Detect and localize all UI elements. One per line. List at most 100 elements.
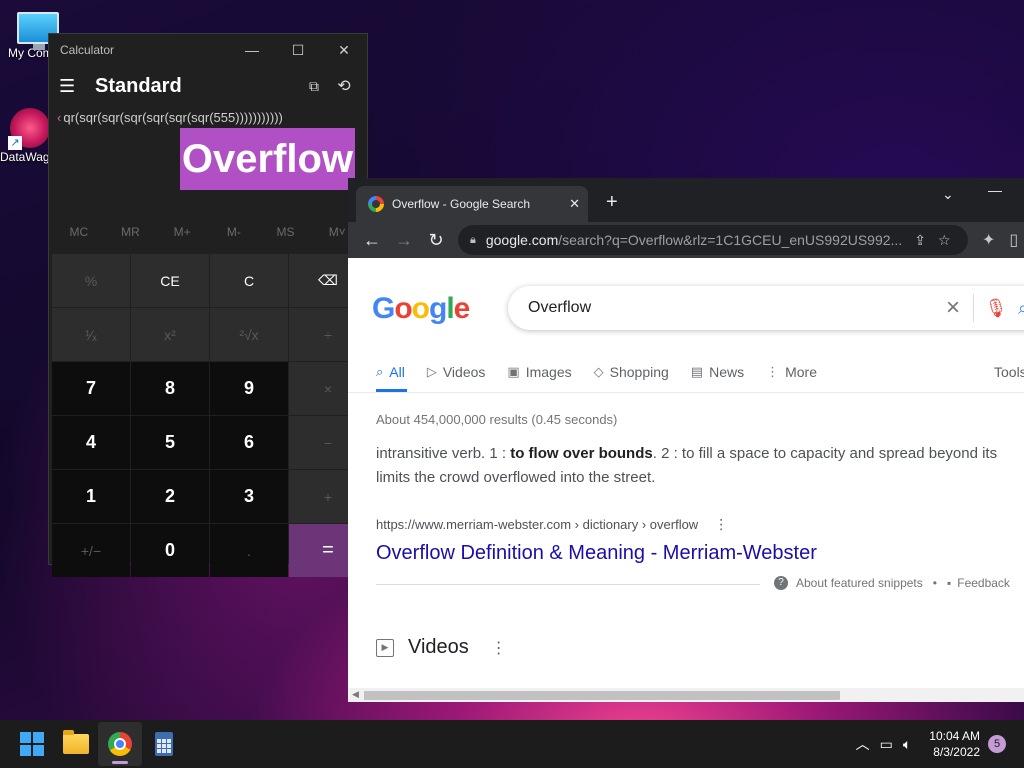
clear-entry-key[interactable]: CE [131,254,209,307]
reload-button[interactable]: ↻ [420,230,452,251]
forward-button[interactable]: → [388,230,420,251]
more-vert-icon[interactable]: ⋮ [714,516,728,533]
lock-icon[interactable]: 🔒︎ [470,234,476,247]
search-input[interactable]: Overflow [528,299,933,317]
reciprocal-key[interactable]: ¹⁄ₓ [52,308,130,361]
chevron-left-icon[interactable]: ‹ [57,110,61,125]
memory-row: MC MR M+ M- MS M˅ [49,212,367,252]
digit-3-key[interactable]: 3 [210,470,288,523]
new-tab-button[interactable]: + [606,191,618,214]
notification-badge[interactable]: 5 [988,735,1006,753]
browser-minimize-button[interactable]: — [988,182,1002,198]
calculator-display: Overflow [179,128,355,190]
result-stats: About 454,000,000 results (0.45 seconds) [376,412,618,427]
clock[interactable]: 10:04 AM 8/3/2022 [929,728,980,760]
snippet-prefix: intransitive verb. 1 : [376,445,511,462]
keep-on-top-icon[interactable]: ⧉ [299,78,329,95]
google-favicon-icon [368,196,384,212]
horizontal-scrollbar[interactable]: ◀ [348,688,1024,702]
about-featured-snippets-link[interactable]: About featured snippets [796,576,923,590]
square-root-key[interactable]: ²√x [210,308,288,361]
tag-icon: ◇ [593,364,604,379]
memory-clear-button[interactable]: MC [53,225,105,239]
digit-6-key[interactable]: 6 [210,416,288,469]
play-icon: ▷ [426,364,437,379]
calculator-taskbar-button[interactable] [142,722,186,766]
memory-recall-button[interactable]: MR [105,225,157,239]
search-box[interactable]: Overflow × 🎙︎ ⌕ [508,286,1024,330]
tab-label: Images [525,364,572,380]
memory-subtract-button[interactable]: M- [208,225,260,239]
result-title-link[interactable]: Overflow Definition & Meaning - Merriam-… [376,542,817,565]
tools-button[interactable]: Tools [994,364,1024,380]
microphone-icon[interactable]: 🎙︎ [974,298,1018,319]
result-cite[interactable]: https://www.merriam-webster.com › dictio… [376,516,728,533]
tab-shopping[interactable]: ◇ Shopping [594,358,669,386]
snippet-bold: to flow over bounds [510,445,653,462]
clear-key[interactable]: C [210,254,288,307]
address-bar[interactable]: 🔒︎ google.com /search?q=Overflow&rlz=1C1… [458,225,968,255]
taskbar: ︿ ▭ 🔈︎ 10:04 AM 8/3/2022 5 [0,720,1024,768]
memory-store-button[interactable]: MS [260,225,312,239]
chevron-up-icon[interactable]: ︿ [856,734,870,754]
digit-0-key[interactable]: 0 [131,524,209,577]
clock-time: 10:04 AM [929,729,980,743]
memory-add-button[interactable]: M+ [156,225,208,239]
side-panel-icon[interactable]: ▯ [1009,230,1018,250]
videos-heading: ▶ Videos ⋮ [376,636,507,659]
scroll-left-icon[interactable]: ◀ [352,689,359,700]
close-button[interactable]: ✕ [321,34,367,66]
digit-2-key[interactable]: 2 [131,470,209,523]
help-icon[interactable]: ? [774,576,788,590]
chrome-taskbar-button[interactable] [98,722,142,766]
volume-icon[interactable]: 🔈︎ [903,736,911,753]
share-icon[interactable]: ⇪ [914,232,926,249]
bookmark-star-icon[interactable]: ☆ [938,232,951,249]
snippet-rest: . 2 : to fill a space to capacity and sp… [652,445,998,462]
more-vert-icon[interactable]: ⋮ [491,638,507,658]
tab-news[interactable]: ▤ News [691,358,744,386]
back-button[interactable]: ← [356,230,388,251]
expression-text: qr(sqr(sqr(sqr(sqr(sqr(sqr(555))))))))))… [63,109,283,125]
scrollbar-thumb[interactable] [364,691,840,700]
tab-search-chevron-icon[interactable]: ⌄ [942,186,954,203]
feedback-link[interactable]: Feedback [957,576,1010,590]
digit-7-key[interactable]: 7 [52,362,130,415]
square-key[interactable]: x² [131,308,209,361]
calculator-icon [155,732,173,756]
digit-5-key[interactable]: 5 [131,416,209,469]
google-logo[interactable]: Google [372,292,470,326]
digit-9-key[interactable]: 9 [210,362,288,415]
start-button[interactable] [10,722,54,766]
extensions-puzzle-icon[interactable]: ✦ [982,230,995,250]
clear-search-icon[interactable]: × [933,294,973,322]
history-icon[interactable]: ⟲ [329,76,359,96]
tab-more[interactable]: ⋮ More [766,358,817,386]
expression-line: ‹ qr(sqr(sqr(sqr(sqr(sqr(sqr(555))))))))… [49,106,367,128]
keypad: % CE C ⌫ ¹⁄ₓ x² ²√x ÷ 7 8 9 × 4 5 6 − 1 … [49,252,367,577]
negate-key[interactable]: +/− [52,524,130,577]
browser-tab[interactable]: Overflow - Google Search ✕ [356,186,588,222]
decimal-key[interactable]: . [210,524,288,577]
tab-close-icon[interactable]: ✕ [569,196,580,212]
cite-url[interactable]: https://www.merriam-webster.com › dictio… [376,517,698,532]
network-icon[interactable]: ▭ [880,736,893,753]
search-icon[interactable]: ⌕ [1018,298,1024,319]
digit-1-key[interactable]: 1 [52,470,130,523]
search-icon: ⌕ [376,364,384,379]
minimize-button[interactable]: — [229,34,275,66]
tab-all[interactable]: ⌕ All [376,358,407,392]
tab-videos[interactable]: ▷ Videos [427,358,486,386]
calculator-titlebar[interactable]: Calculator — ☐ ✕ [49,34,367,66]
digit-4-key[interactable]: 4 [52,416,130,469]
file-explorer-button[interactable] [54,722,98,766]
tabs-divider [348,392,1024,393]
tab-images[interactable]: ▣ Images [507,358,571,386]
tab-strip: Overflow - Google Search ✕ + ⌄ — [348,178,1024,222]
tab-label: More [785,364,818,380]
feedback-icon[interactable]: ▪ [947,576,951,590]
digit-8-key[interactable]: 8 [131,362,209,415]
maximize-button[interactable]: ☐ [275,34,321,66]
percent-key[interactable]: % [52,254,130,307]
menu-icon[interactable]: ☰ [59,76,79,97]
